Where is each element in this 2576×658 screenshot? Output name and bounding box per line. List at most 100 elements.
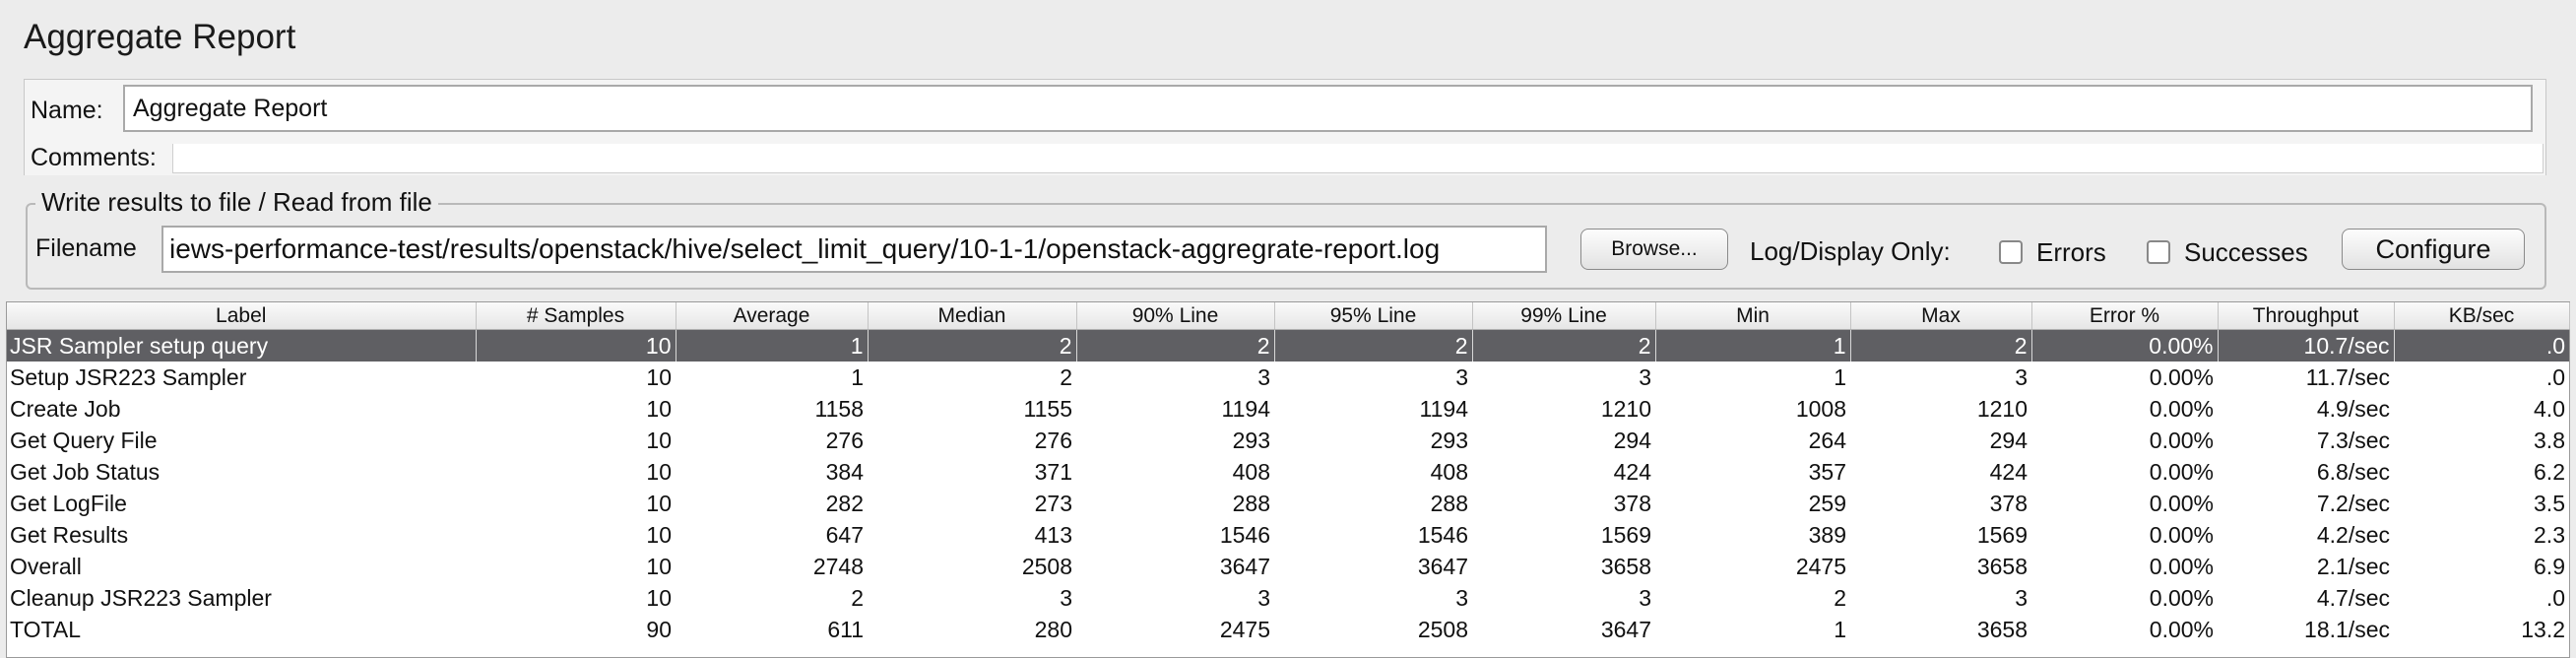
col-header-max[interactable]: Max — [1850, 302, 2032, 330]
table-cell: 1 — [1834, 363, 1846, 390]
table-cell: 0.00% — [2149, 584, 2214, 611]
table-cell: 4.7/sec — [2316, 584, 2390, 611]
col-header-90-line[interactable]: 90% Line — [1076, 302, 1275, 330]
table-cell: 3647 — [1219, 553, 1270, 579]
table-cell: 424 — [1989, 458, 2028, 485]
successes-checkbox[interactable] — [2147, 240, 2170, 264]
table-cell: 13.2 — [2521, 616, 2565, 642]
table-cell: 1194 — [1419, 395, 1468, 422]
table-row[interactable]: Overall 10 2748 2508 3647 3647 3658 2475 3658 0.0… — [7, 551, 2569, 582]
table-cell: 1210 — [1600, 395, 1651, 422]
errors-checkbox-label: Errors — [2036, 237, 2106, 267]
table-cell: 6.2 — [2534, 458, 2565, 485]
table-cell: 3.8 — [2534, 427, 2565, 453]
comments-label: Comments: — [31, 144, 157, 171]
table-cell: 1 — [1655, 329, 1851, 362]
errors-checkbox[interactable] — [1999, 240, 2023, 264]
table-cell: 1 — [851, 363, 864, 390]
panel-title: Aggregate Report — [24, 18, 296, 56]
table-cell: 424 — [1613, 458, 1651, 485]
table-cell: 0.00% — [2149, 553, 2214, 579]
col-header-99-line[interactable]: 99% Line — [1472, 302, 1656, 330]
table-cell: 10 — [476, 329, 676, 362]
table-cell: 3 — [2015, 363, 2028, 390]
table-cell: 3658 — [1976, 553, 2028, 579]
table-cell: 1569 — [1600, 521, 1651, 548]
table-cell: 384 — [825, 458, 864, 485]
table-cell: 273 — [1034, 490, 1072, 516]
table-cell: 0.00% — [2149, 616, 2214, 642]
col-header-label[interactable]: Label — [7, 302, 477, 330]
table-cell: 10 — [646, 458, 672, 485]
table-cell: 264 — [1808, 427, 1846, 453]
col-header-average[interactable]: Average — [676, 302, 869, 330]
aggregate-table[interactable]: Label # Samples Average Median 90% Line … — [6, 301, 2570, 658]
table-cell: 10 — [646, 584, 672, 611]
table-cell: 2508 — [1021, 553, 1072, 579]
table-cell: 2 — [1472, 329, 1656, 362]
table-cell: 1194 — [1221, 395, 1270, 422]
row-label-cell: Get Job Status — [10, 458, 161, 485]
table-cell: 7.3/sec — [2316, 427, 2390, 453]
col-header-kb-sec[interactable]: KB/sec — [2394, 302, 2570, 330]
table-cell: 1210 — [1976, 395, 2028, 422]
table-cell: 0.00% — [2149, 458, 2214, 485]
table-row[interactable]: Create Job 10 1158 1155 1194 1194 1210 1008 1210… — [7, 393, 2569, 425]
table-row[interactable]: Get Job Status 10 384 371 408 408 424 357 424 0.0… — [7, 456, 2569, 488]
table-cell: 10 — [646, 427, 672, 453]
table-cell: 294 — [1989, 427, 2028, 453]
name-input[interactable] — [123, 85, 2533, 132]
table-cell: 259 — [1808, 490, 1846, 516]
configure-button[interactable]: Configure — [2342, 229, 2525, 270]
table-cell: 7.2/sec — [2316, 490, 2390, 516]
col-header-median[interactable]: Median — [868, 302, 1077, 330]
table-cell: 10 — [646, 363, 672, 390]
table-cell: 2 — [1274, 329, 1473, 362]
table-cell: 3 — [1639, 584, 1651, 611]
row-label-cell: Cleanup JSR223 Sampler — [10, 584, 272, 611]
table-cell: 0.00% — [2149, 363, 2214, 390]
col-header-95-line[interactable]: 95% Line — [1274, 302, 1473, 330]
table-cell: 90 — [646, 616, 672, 642]
table-cell: 3 — [1455, 363, 1468, 390]
filename-input[interactable] — [161, 226, 1547, 273]
table-cell: 378 — [1613, 490, 1651, 516]
table-cell: 2 — [851, 584, 864, 611]
table-row[interactable]: Get Results 10 647 413 1546 1546 1569 389 1569 0.… — [7, 519, 2569, 551]
name-row: Name: — [24, 79, 2546, 146]
table-cell: 2 — [868, 329, 1077, 362]
table-cell: 3647 — [1417, 553, 1468, 579]
table-row[interactable]: Get LogFile 10 282 273 288 288 378 259 378 0.00% 7… — [7, 488, 2569, 519]
table-cell: 2 — [1076, 329, 1275, 362]
table-cell: 6.9 — [2534, 553, 2565, 579]
table-header-row: Label # Samples Average Median 90% Line … — [7, 302, 2570, 330]
table-cell: 1546 — [1417, 521, 1468, 548]
table-cell: 2475 — [1795, 553, 1846, 579]
col-header-min[interactable]: Min — [1655, 302, 1851, 330]
row-label-cell: Get Results — [10, 521, 129, 548]
table-row[interactable]: Cleanup JSR223 Sampler 10 2 3 3 3 3 2 3 0.00% 4.7/… — [7, 582, 2569, 614]
table-row[interactable]: Setup JSR223 Sampler 10 1 2 3 3 3 1 3 0.00% 11.7/s… — [7, 362, 2569, 393]
table-cell: 1158 — [814, 395, 864, 422]
table-cell: 10.7/sec — [2218, 329, 2395, 362]
table-row[interactable]: Get Query File 10 276 276 293 293 294 264 294 0.0… — [7, 425, 2569, 456]
row-label-cell: JSR Sampler setup query — [7, 329, 477, 362]
table-cell: 0.00% — [2149, 521, 2214, 548]
file-section-legend: Write results to file / Read from file — [35, 187, 438, 218]
log-display-only-label: Log/Display Only: — [1750, 236, 1951, 266]
table-row[interactable]: TOTAL 90 611 280 2475 2508 3647 1 3658 0.00% 18.1/… — [7, 614, 2569, 645]
row-label-cell: Overall — [10, 553, 82, 579]
row-label-cell: TOTAL — [10, 616, 81, 642]
table-cell: 371 — [1034, 458, 1072, 485]
col-header-throughput[interactable]: Throughput — [2218, 302, 2395, 330]
table-cell: 4.0 — [2534, 395, 2565, 422]
table-cell: 11.7/sec — [2305, 363, 2390, 390]
table-row[interactable]: JSR Sampler setup query 10 1 2 2 2 2 1 2 0.00% 10.… — [7, 329, 2569, 362]
table-cell: 357 — [1808, 458, 1846, 485]
comments-input[interactable] — [172, 144, 2544, 173]
browse-button[interactable]: Browse... — [1580, 229, 1728, 270]
col-header-error-pct[interactable]: Error % — [2031, 302, 2219, 330]
table-cell: 2.3 — [2534, 521, 2565, 548]
table-cell: 3658 — [1976, 616, 2028, 642]
col-header-samples[interactable]: # Samples — [476, 302, 676, 330]
